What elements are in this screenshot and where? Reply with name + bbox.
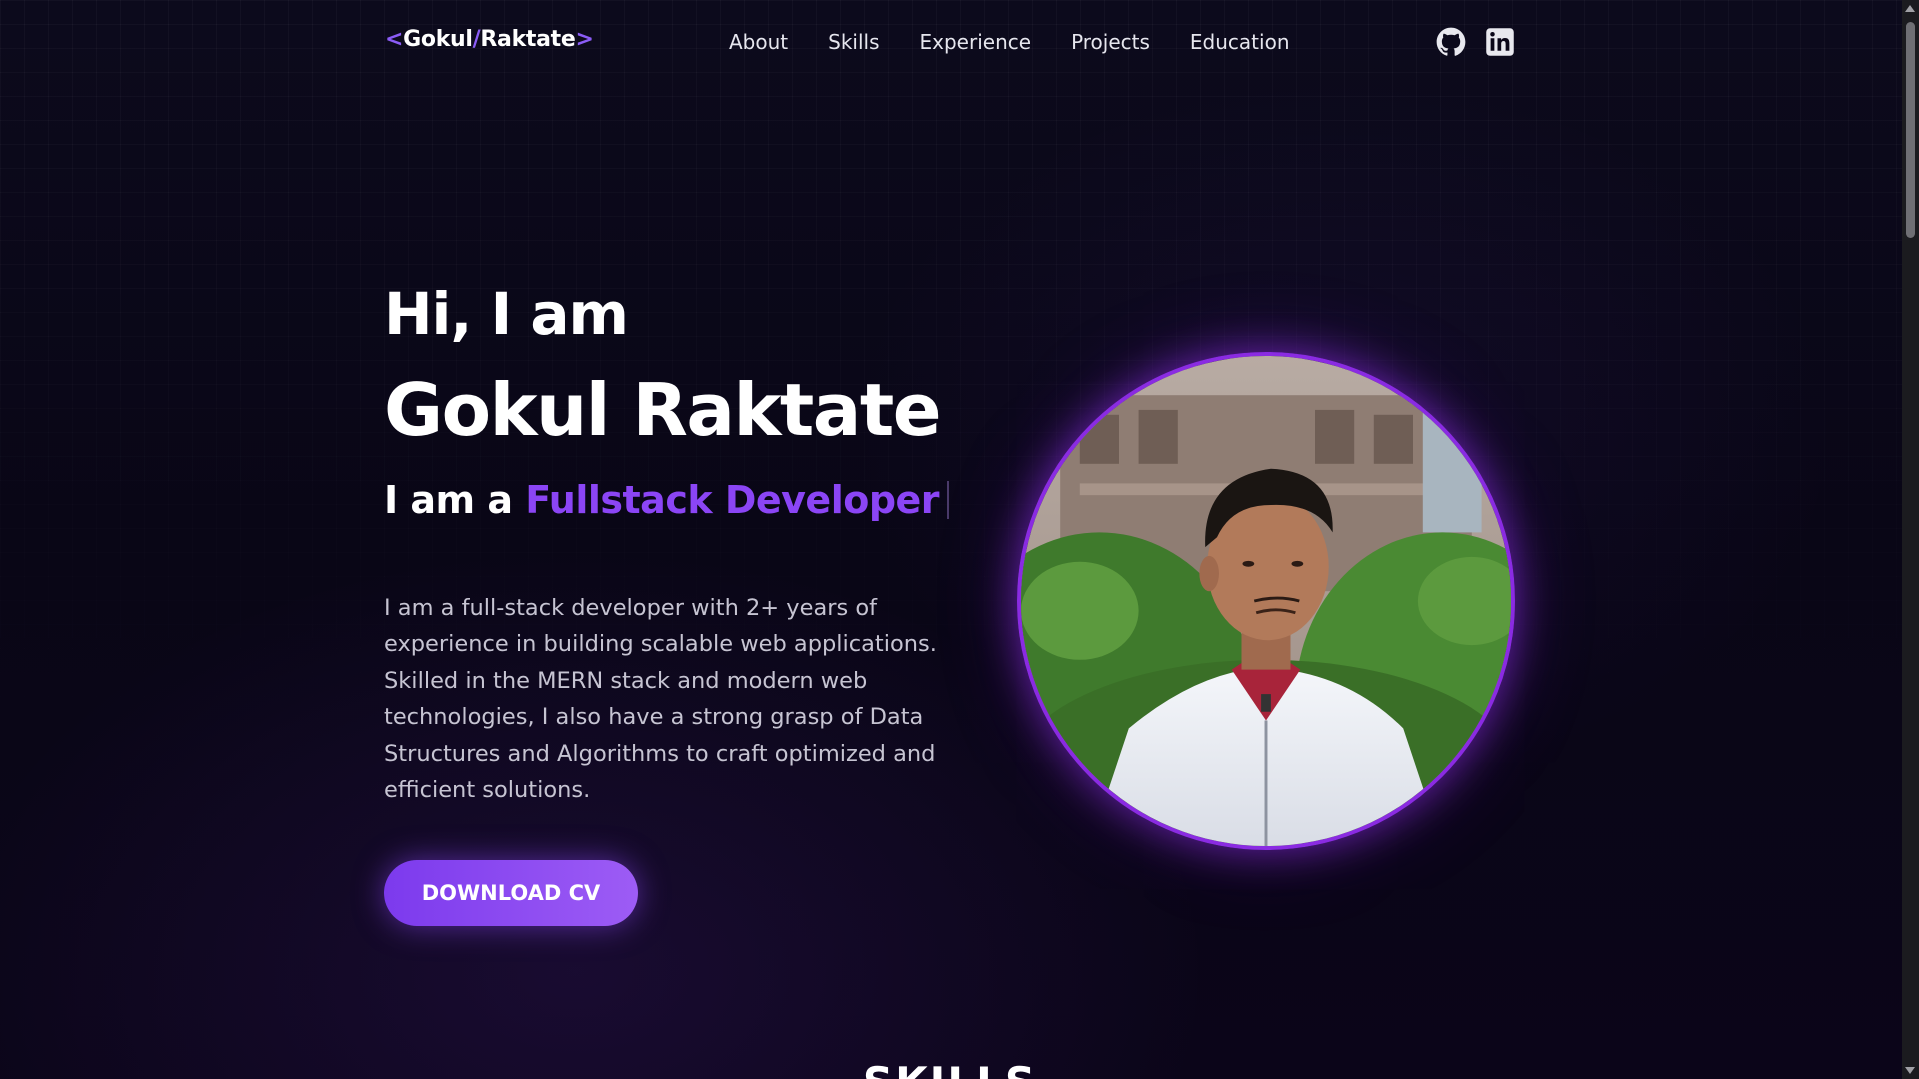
scroll-down-arrow-icon[interactable] — [1905, 1067, 1915, 1074]
logo-open-bracket: < — [385, 27, 404, 52]
scroll-up-arrow-icon[interactable] — [1905, 5, 1915, 12]
hero-role: I am a Fullstack Developer — [384, 478, 950, 522]
download-cv-button[interactable]: DOWNLOAD CV — [384, 860, 638, 926]
page-scrollbar[interactable] — [1902, 0, 1919, 1079]
nav-link-projects[interactable]: Projects — [1071, 30, 1150, 54]
typing-cursor — [947, 481, 950, 519]
main-nav: About Skills Experience Projects Educati… — [729, 30, 1290, 54]
background-grid — [0, 0, 1919, 1079]
logo-close-bracket: > — [575, 27, 594, 52]
social-links — [1436, 27, 1515, 57]
nav-link-skills[interactable]: Skills — [828, 30, 879, 54]
hero-role-prefix: I am a — [384, 478, 526, 522]
github-icon[interactable] — [1436, 27, 1466, 57]
nav-link-experience[interactable]: Experience — [920, 30, 1032, 54]
profile-photo-illustration — [1021, 356, 1511, 846]
scrollbar-thumb[interactable] — [1906, 22, 1915, 238]
hero-greeting: Hi, I am — [384, 280, 629, 348]
nav-link-about[interactable]: About — [729, 30, 788, 54]
hero-description: I am a full-stack developer with 2+ year… — [384, 594, 937, 804]
nav-link-education[interactable]: Education — [1190, 30, 1290, 54]
profile-photo — [1017, 352, 1515, 850]
logo-last-name: Raktate — [480, 27, 576, 52]
logo-first-name: Gokul — [403, 27, 473, 52]
page: <Gokul/Raktate> About Skills Experience … — [0, 0, 1919, 1079]
site-logo[interactable]: <Gokul/Raktate> — [385, 27, 594, 52]
hero-role-typed: Fullstack Developer — [525, 478, 940, 522]
skills-section-title: SKILLS — [0, 1058, 1900, 1079]
hero-name: Gokul Raktate — [384, 368, 942, 452]
linkedin-icon[interactable] — [1485, 27, 1515, 57]
